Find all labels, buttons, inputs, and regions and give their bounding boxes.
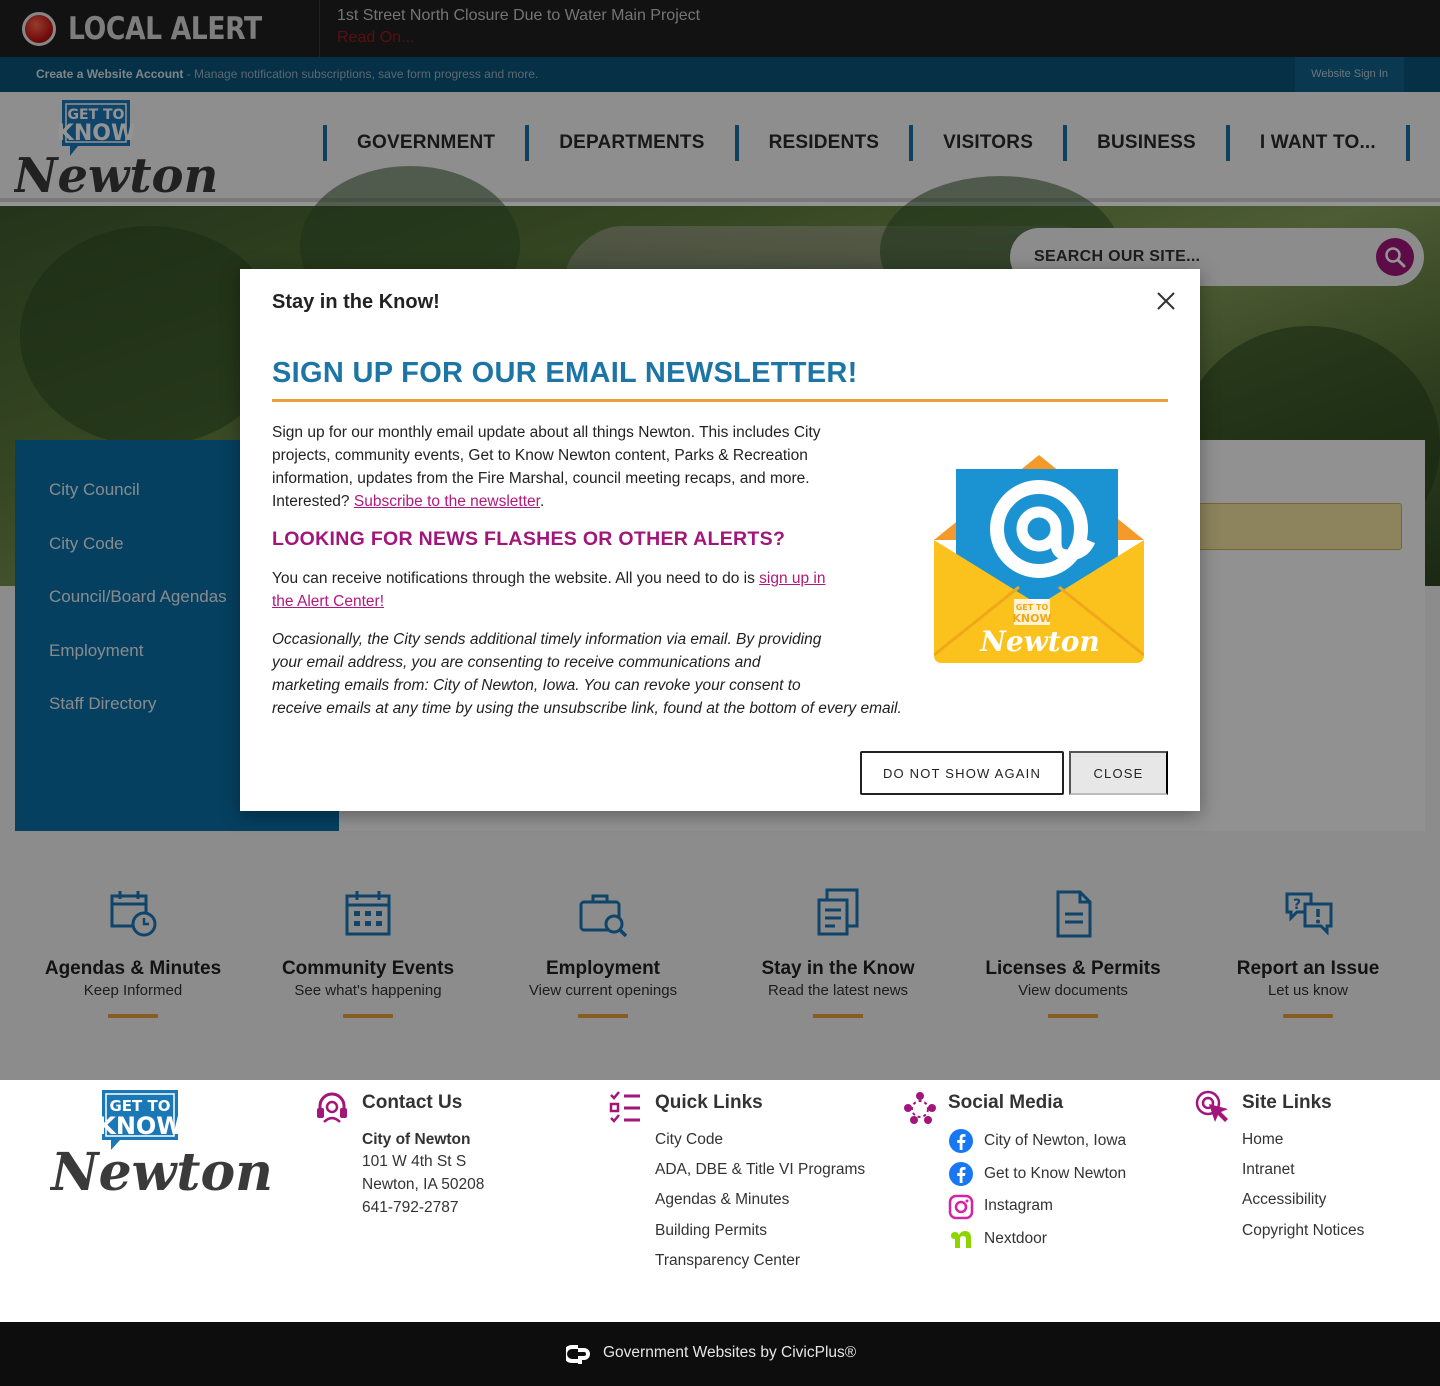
footer-link-agendas[interactable]: Agendas & Minutes	[655, 1191, 789, 1209]
alert-center-link[interactable]: the Alert Center!	[272, 593, 384, 610]
modal-alerts-paragraph: You can receive notifications through th…	[272, 567, 826, 613]
close-icon[interactable]	[1154, 289, 1178, 313]
footer-contact-heading: Contact Us	[362, 1092, 463, 1113]
consent-line: marketing emails from: City of Newton, I…	[272, 677, 801, 694]
intro-line: Interested? Subscribe to the newsletter.	[272, 490, 821, 513]
email-envelope-icon: GET TO KNOW Newton	[934, 455, 1144, 663]
facebook-icon	[949, 1129, 973, 1153]
envelope-get-to: GET TO	[1016, 603, 1049, 612]
subscribe-newsletter-link[interactable]: Subscribe to the newsletter	[354, 493, 540, 510]
footer-link-city-code[interactable]: City Code	[655, 1131, 723, 1149]
intro-period: .	[539, 493, 545, 510]
consent-line: receive emails at any time by using the …	[272, 700, 902, 717]
site-link-copyright[interactable]: Copyright Notices	[1242, 1222, 1364, 1240]
civicplus-logo-icon	[566, 1345, 590, 1364]
site-link-accessibility[interactable]: Accessibility	[1242, 1191, 1326, 1209]
modal-alerts-heading: LOOKING FOR NEWS FLASHES OR OTHER ALERTS…	[272, 528, 786, 550]
list-check-icon	[609, 1091, 640, 1123]
intro-line: projects, community events, Get to Know …	[272, 447, 808, 464]
envelope-newton: Newton	[979, 625, 1099, 658]
people-network-icon	[904, 1092, 936, 1124]
modal-intro-paragraph: Sign up for our monthly email update abo…	[272, 421, 821, 513]
footer-newton-logo[interactable]: GET TO KNOW Newton	[50, 1088, 275, 1196]
alerts-text: You can receive notifications through th…	[272, 570, 760, 587]
close-button[interactable]: CLOSE	[1069, 751, 1168, 795]
social-link-city-facebook[interactable]: City of Newton, Iowa	[984, 1132, 1126, 1150]
footer-link-transparency[interactable]: Transparency Center	[655, 1252, 800, 1270]
social-link-nextdoor[interactable]: Nextdoor	[984, 1230, 1047, 1248]
intro-line: Sign up for our monthly email update abo…	[272, 424, 821, 441]
social-link-instagram[interactable]: Instagram	[984, 1197, 1053, 1215]
site-link-intranet[interactable]: Intranet	[1242, 1161, 1295, 1179]
pointer-click-icon	[1195, 1090, 1228, 1122]
modal-header: Stay in the Know!	[272, 291, 440, 313]
footer-logo-know: KNOW	[97, 1112, 183, 1140]
consent-line: your email address, you are consenting t…	[272, 654, 761, 671]
modal-title: SIGN UP FOR OUR EMAIL NEWSLETTER!	[272, 357, 858, 389]
nextdoor-icon	[951, 1231, 971, 1248]
footer-site-links-heading: Site Links	[1242, 1092, 1332, 1113]
modal-consent-paragraph: Occasionally, the City sends additional …	[272, 628, 902, 720]
do-not-show-again-button[interactable]: DO NOT SHOW AGAIN	[860, 751, 1064, 795]
contact-phone[interactable]: 641-792-2787	[362, 1199, 459, 1217]
consent-line: Occasionally, the City sends additional …	[272, 631, 822, 648]
civicplus-credit-link[interactable]: Government Websites by CivicPlus®	[603, 1344, 856, 1362]
social-link-gtkn-facebook[interactable]: Get to Know Newton	[984, 1165, 1126, 1183]
alert-center-link[interactable]: sign up in	[759, 570, 825, 587]
site-footer: GET TO KNOW Newton Contact Us City of Ne…	[0, 1080, 1440, 1322]
footer-social-heading: Social Media	[948, 1092, 1064, 1113]
contact-org: City of Newton	[362, 1131, 471, 1148]
intro-interested: Interested?	[272, 493, 354, 510]
footer-link-building-permits[interactable]: Building Permits	[655, 1222, 767, 1240]
footer-quick-links-heading: Quick Links	[655, 1092, 763, 1113]
envelope-know: KNOW	[1012, 612, 1051, 625]
intro-line: information, updates from the Fire Marsh…	[272, 470, 810, 487]
contact-headset-icon	[317, 1092, 347, 1123]
footer-logo-newton: Newton	[50, 1142, 273, 1196]
instagram-icon	[948, 1194, 974, 1220]
civicplus-bar: Government Websites by CivicPlus®	[0, 1322, 1440, 1386]
newsletter-modal: Stay in the Know! SIGN UP FOR OUR EMAIL …	[240, 269, 1200, 811]
contact-address-line2: Newton, IA 50208	[362, 1176, 485, 1193]
facebook-icon	[949, 1162, 973, 1186]
modal-title-rule	[272, 399, 1168, 402]
footer-link-ada[interactable]: ADA, DBE & Title VI Programs	[655, 1161, 865, 1179]
contact-address-line1: 101 W 4th St S	[362, 1153, 467, 1170]
site-link-home[interactable]: Home	[1242, 1131, 1283, 1149]
